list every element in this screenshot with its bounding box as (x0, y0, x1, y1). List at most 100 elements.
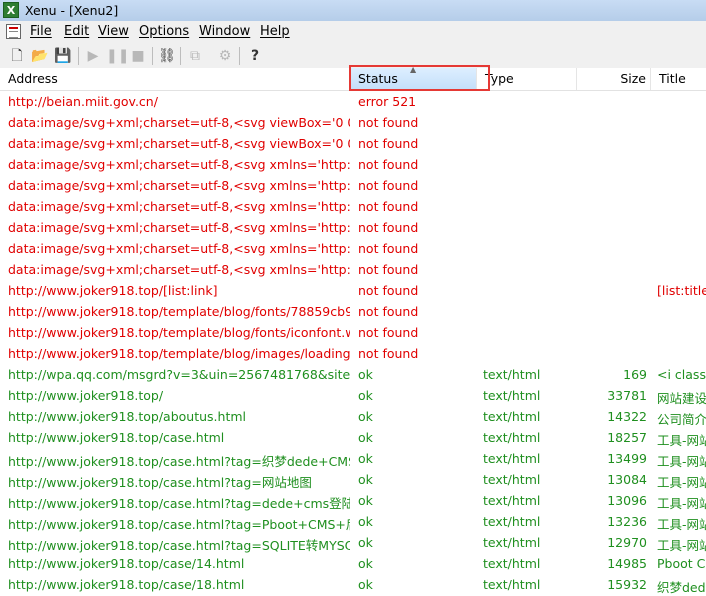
table-row[interactable]: http://www.joker918.top/case.html?tag=de… (0, 490, 706, 511)
table-row[interactable]: data:image/svg+xml;charset=utf-8,<svg xm… (0, 175, 706, 196)
menu-edit[interactable]: Edit (64, 24, 89, 39)
table-row[interactable]: http://www.joker918.top/case.html?tag=网站… (0, 469, 706, 490)
table-row[interactable]: http://wpa.qq.com/msgrd?v=3&uin=25674817… (0, 364, 706, 385)
cell-address: http://www.joker918.top/case.html?tag=Pb… (8, 517, 350, 532)
cell-address: http://www.joker918.top/[list:link] (8, 283, 218, 298)
cell-status: ok (358, 493, 373, 508)
table-row[interactable]: data:image/svg+xml;charset=utf-8,<svg vi… (0, 112, 706, 133)
cell-status: not found (358, 346, 419, 361)
cell-address: http://www.joker918.top/case.html?tag=de… (8, 496, 350, 511)
table-row[interactable]: http://beian.miit.gov.cn/error 521 (0, 91, 706, 112)
cell-title: 工具-网站 (657, 538, 706, 553)
column-header: Address ▲ Status Type Size Title (0, 66, 706, 91)
cell-status: ok (358, 472, 373, 487)
table-row[interactable]: http://www.joker918.top/case.html ok text/… (0, 427, 706, 448)
table-row[interactable]: http://www.joker918.top/template/blog/fo… (0, 322, 706, 343)
cell-type: text/html (483, 514, 541, 529)
save-icon[interactable]: 💾 (54, 47, 72, 65)
header-status[interactable]: ▲ Status (350, 66, 477, 90)
table-row[interactable]: http://www.joker918.top/case.html?tag=织梦… (0, 448, 706, 469)
open-folder-icon[interactable]: 📂 (31, 47, 49, 65)
table-row[interactable]: http://www.joker918.top/case/18.html ok te… (0, 574, 706, 595)
header-type[interactable]: Type (477, 68, 577, 90)
cell-address: data:image/svg+xml;charset=utf-8,<svg xm… (8, 157, 350, 172)
window-title: Xenu - [Xenu2] (25, 3, 119, 18)
cell-status: not found (358, 220, 419, 235)
table-row[interactable]: data:image/svg+xml;charset=utf-8,<svg xm… (0, 238, 706, 259)
table-row[interactable]: http://www.joker918.top/case/14.html ok te… (0, 553, 706, 574)
cell-status: not found (358, 178, 419, 193)
properties-icon[interactable]: ⚙ (216, 47, 234, 65)
table-row[interactable]: http://www.joker918.top/case.html?tag=SQ… (0, 532, 706, 553)
cell-size: 18257 (607, 430, 647, 445)
table-row[interactable]: data:image/svg+xml;charset=utf-8,<svg xm… (0, 217, 706, 238)
pause-icon[interactable]: ❚❚ (106, 47, 129, 65)
cell-type: text/html (483, 367, 541, 382)
menu-help[interactable]: Help (260, 24, 290, 39)
table-row[interactable]: data:image/svg+xml;charset=utf-8,<svg xm… (0, 196, 706, 217)
new-document-icon[interactable]: 🗋 (8, 47, 26, 65)
cell-address: http://beian.miit.gov.cn/ (8, 94, 158, 109)
cell-address: http://www.joker918.top/aboutus.html (8, 409, 247, 424)
binoculars-icon[interactable]: ⛓ (158, 47, 176, 65)
menu-view[interactable]: View (98, 24, 129, 39)
menu-file[interactable]: File (30, 24, 52, 39)
cell-address: data:image/svg+xml;charset=utf-8,<svg xm… (8, 199, 350, 214)
cell-status: not found (358, 325, 419, 340)
cell-address: data:image/svg+xml;charset=utf-8,<svg xm… (8, 262, 350, 277)
table-row[interactable]: http://www.joker918.top/aboutus.html ok te… (0, 406, 706, 427)
menu-window[interactable]: Window (199, 24, 250, 39)
cell-type: text/html (483, 409, 541, 424)
cell-status: ok (358, 388, 373, 403)
cell-status: ok (358, 535, 373, 550)
cell-title: [list:title] (657, 283, 706, 298)
cell-address: http://www.joker918.top/case/18.html (8, 577, 245, 592)
cell-address: http://www.joker918.top/ (8, 388, 164, 403)
cell-title: 织梦ded (657, 580, 706, 595)
table-row[interactable]: http://www.joker918.top/case.html?tag=Pb… (0, 511, 706, 532)
x-logo-icon[interactable]: X (3, 2, 19, 18)
header-size[interactable]: Size (577, 68, 651, 90)
table-row[interactable]: http://www.joker918.top/[list:link] not f… (0, 280, 706, 301)
table-row[interactable]: data:image/svg+xml;charset=utf-8,<svg xm… (0, 259, 706, 280)
cell-size: 13096 (607, 493, 647, 508)
cell-size: 13084 (607, 472, 647, 487)
stop-icon[interactable]: ■ (129, 47, 147, 65)
cell-address: http://www.joker918.top/template/blog/fo… (8, 325, 350, 340)
toolbar-separator (180, 47, 181, 65)
table-row[interactable]: data:image/svg+xml;charset=utf-8,<svg vi… (0, 133, 706, 154)
header-address[interactable]: Address (0, 68, 350, 90)
cell-title: Pboot C (657, 556, 706, 571)
cell-status: not found (358, 136, 419, 151)
cell-status: not found (358, 199, 419, 214)
help-icon[interactable]: ? (246, 47, 264, 65)
document-icon[interactable] (6, 24, 21, 39)
cell-status: ok (358, 556, 373, 571)
cell-address: data:image/svg+xml;charset=utf-8,<svg vi… (8, 136, 350, 151)
title-bar: X Xenu - [Xenu2] (0, 0, 706, 21)
cell-status: not found (358, 115, 419, 130)
copy-icon[interactable]: ⧉ (186, 47, 204, 65)
header-title[interactable]: Title (651, 68, 706, 90)
table-row[interactable]: http://www.joker918.top/ok text/html 33781… (0, 385, 706, 406)
cell-type: text/html (483, 556, 541, 571)
table-row[interactable]: http://www.joker918.top/template/blog/im… (0, 343, 706, 364)
cell-type: text/html (483, 430, 541, 445)
cell-status: not found (358, 304, 419, 319)
menu-options[interactable]: Options (139, 24, 189, 39)
cell-address: http://www.joker918.top/case.html?tag=SQ… (8, 538, 350, 553)
cell-address: data:image/svg+xml;charset=utf-8,<svg xm… (8, 220, 350, 235)
toolbar-separator (239, 47, 240, 65)
cell-status: not found (358, 157, 419, 172)
cell-title: 工具-网站 (657, 517, 706, 532)
cell-type: text/html (483, 577, 541, 592)
cell-address: http://www.joker918.top/template/blog/im… (8, 346, 350, 361)
toolbar-separator (78, 47, 79, 65)
cell-address: data:image/svg+xml;charset=utf-8,<svg xm… (8, 178, 350, 193)
table-row[interactable]: http://www.joker918.top/template/blog/fo… (0, 301, 706, 322)
play-icon[interactable]: ▶ (84, 47, 102, 65)
results-list: http://beian.miit.gov.cn/error 521 data:i… (0, 91, 706, 595)
cell-address: http://www.joker918.top/template/blog/fo… (8, 304, 350, 319)
cell-size: 169 (623, 367, 647, 382)
table-row[interactable]: data:image/svg+xml;charset=utf-8,<svg xm… (0, 154, 706, 175)
